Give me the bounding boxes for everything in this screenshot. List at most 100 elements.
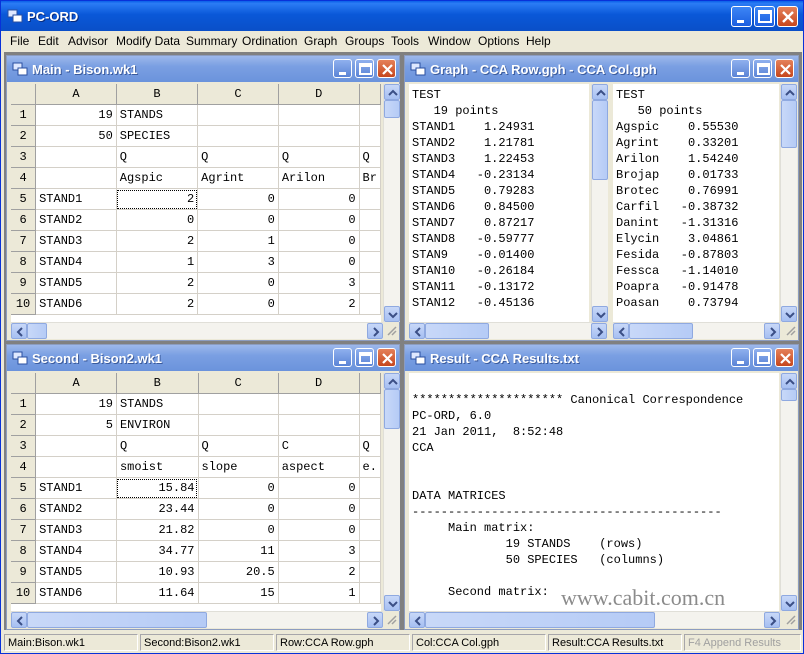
cell-e[interactable]: Q xyxy=(359,435,381,457)
cell-c[interactable]: 11 xyxy=(198,540,279,562)
row-header[interactable]: 7 xyxy=(11,230,37,252)
cell-a[interactable]: STAND4 xyxy=(35,540,117,562)
column-header-c[interactable]: C xyxy=(197,84,279,105)
cell-e[interactable] xyxy=(359,582,381,604)
cell-e[interactable] xyxy=(359,393,381,415)
second-horizontal-scrollbar[interactable] xyxy=(11,611,383,628)
cell-c[interactable]: 20.5 xyxy=(198,561,279,583)
row-header[interactable]: 5 xyxy=(11,477,37,499)
scroll-up-button[interactable] xyxy=(384,373,400,389)
cell-a[interactable]: STAND4 xyxy=(35,251,117,273)
cell-d[interactable]: aspect xyxy=(278,456,360,478)
menu-help[interactable]: Help xyxy=(526,34,551,48)
cell-d[interactable] xyxy=(278,414,360,436)
result-close-button[interactable] xyxy=(775,348,794,367)
main-window-title-bar[interactable]: Main - Bison.wk1 xyxy=(7,56,399,82)
column-header-a[interactable]: A xyxy=(35,84,117,105)
cell-a[interactable]: STAND3 xyxy=(35,230,117,252)
main-vertical-scrollbar[interactable] xyxy=(383,84,400,322)
cell-e[interactable] xyxy=(359,498,381,520)
cell-b[interactable]: Q xyxy=(116,435,199,457)
menu-modify-data[interactable]: Modify Data xyxy=(116,34,180,48)
cell-a[interactable]: 5 xyxy=(35,414,117,436)
cell-a[interactable]: STAND6 xyxy=(35,293,117,315)
scroll-thumb[interactable] xyxy=(425,612,655,628)
grip-icon[interactable] xyxy=(784,324,796,336)
cell-c[interactable]: 0 xyxy=(198,519,279,541)
cell-a[interactable]: STAND6 xyxy=(35,582,117,604)
second-window-title-bar[interactable]: Second - Bison2.wk1 xyxy=(7,345,399,371)
menu-advisor[interactable]: Advisor xyxy=(68,34,108,48)
scroll-right-button[interactable] xyxy=(367,323,383,339)
row-header[interactable]: 6 xyxy=(11,498,37,520)
scroll-up-button[interactable] xyxy=(781,373,797,389)
cell-b[interactable]: 10.93 xyxy=(116,561,199,583)
cell-d[interactable]: 0 xyxy=(278,477,360,499)
cell-b[interactable]: 2 xyxy=(116,188,199,210)
cell-e[interactable] xyxy=(359,477,381,499)
scroll-right-button[interactable] xyxy=(367,612,383,628)
column-header-e[interactable] xyxy=(359,84,381,105)
cell-d[interactable] xyxy=(278,104,360,126)
cell-d[interactable]: 0 xyxy=(278,498,360,520)
cell-a[interactable] xyxy=(35,146,117,168)
column-header-b[interactable]: B xyxy=(116,84,199,105)
menu-window[interactable]: Window xyxy=(428,34,471,48)
corner-cell[interactable] xyxy=(11,84,37,105)
row-header[interactable]: 2 xyxy=(11,414,37,436)
scroll-left-button[interactable] xyxy=(409,612,425,628)
scroll-up-button[interactable] xyxy=(384,84,400,100)
cell-e[interactable]: e. xyxy=(359,456,381,478)
menu-graph[interactable]: Graph xyxy=(304,34,337,48)
scroll-thumb[interactable] xyxy=(384,389,400,429)
corner-cell[interactable] xyxy=(11,373,37,394)
cell-e[interactable]: Q xyxy=(359,146,381,168)
row-header[interactable]: 6 xyxy=(11,209,37,231)
cell-c[interactable]: 0 xyxy=(198,477,279,499)
scroll-right-button[interactable] xyxy=(764,323,780,339)
scroll-up-button[interactable] xyxy=(592,84,608,100)
col-pane-horizontal-scrollbar[interactable] xyxy=(613,322,780,339)
result-vertical-scrollbar[interactable] xyxy=(780,373,797,611)
menu-file[interactable]: File xyxy=(10,34,29,48)
cell-a[interactable] xyxy=(35,435,117,457)
cell-c[interactable]: 0 xyxy=(197,272,279,294)
scroll-left-button[interactable] xyxy=(11,612,27,628)
scroll-thumb[interactable] xyxy=(629,323,693,339)
cell-a[interactable] xyxy=(35,456,117,478)
menu-tools[interactable]: Tools xyxy=(391,34,419,48)
cell-a[interactable]: STAND2 xyxy=(35,209,117,231)
row-header[interactable]: 1 xyxy=(11,393,37,415)
cell-c[interactable]: 0 xyxy=(197,209,279,231)
graph-close-button[interactable] xyxy=(775,59,794,78)
scroll-thumb[interactable] xyxy=(781,100,797,148)
cell-d[interactable]: 3 xyxy=(278,540,360,562)
column-header-e[interactable] xyxy=(359,373,381,394)
cell-b[interactable]: 21.82 xyxy=(116,519,199,541)
graph-window-title-bar[interactable]: Graph - CCA Row.gph - CCA Col.gph xyxy=(405,56,798,82)
cell-e[interactable] xyxy=(359,209,381,231)
cell-c[interactable] xyxy=(198,414,279,436)
second-close-button[interactable] xyxy=(377,348,396,367)
row-header[interactable]: 10 xyxy=(11,582,37,604)
column-header-a[interactable]: A xyxy=(35,373,117,394)
scroll-down-button[interactable] xyxy=(592,306,608,322)
cell-d[interactable] xyxy=(278,393,360,415)
cell-d[interactable]: 1 xyxy=(278,582,360,604)
scroll-right-button[interactable] xyxy=(764,612,780,628)
cell-b[interactable]: 15.84 xyxy=(116,477,199,499)
cell-a[interactable]: STAND2 xyxy=(35,498,117,520)
result-window-title-bar[interactable]: Result - CCA Results.txt xyxy=(405,345,798,371)
cell-d[interactable]: 0 xyxy=(278,209,360,231)
row-points-pane[interactable]: TEST 19 points STAND1 1.24931 STAND2 1.217… xyxy=(409,84,589,322)
cell-b[interactable]: SPECIES xyxy=(116,125,199,147)
cell-b[interactable]: 23.44 xyxy=(116,498,199,520)
cell-b[interactable]: ENVIRON xyxy=(116,414,199,436)
cell-d[interactable]: 2 xyxy=(278,293,360,315)
cell-e[interactable] xyxy=(359,293,381,315)
graph-maximize-button[interactable] xyxy=(753,59,772,78)
result-maximize-button[interactable] xyxy=(753,348,772,367)
cell-c[interactable]: slope xyxy=(198,456,279,478)
cell-b[interactable]: 1 xyxy=(116,251,199,273)
menu-options[interactable]: Options xyxy=(478,34,519,48)
